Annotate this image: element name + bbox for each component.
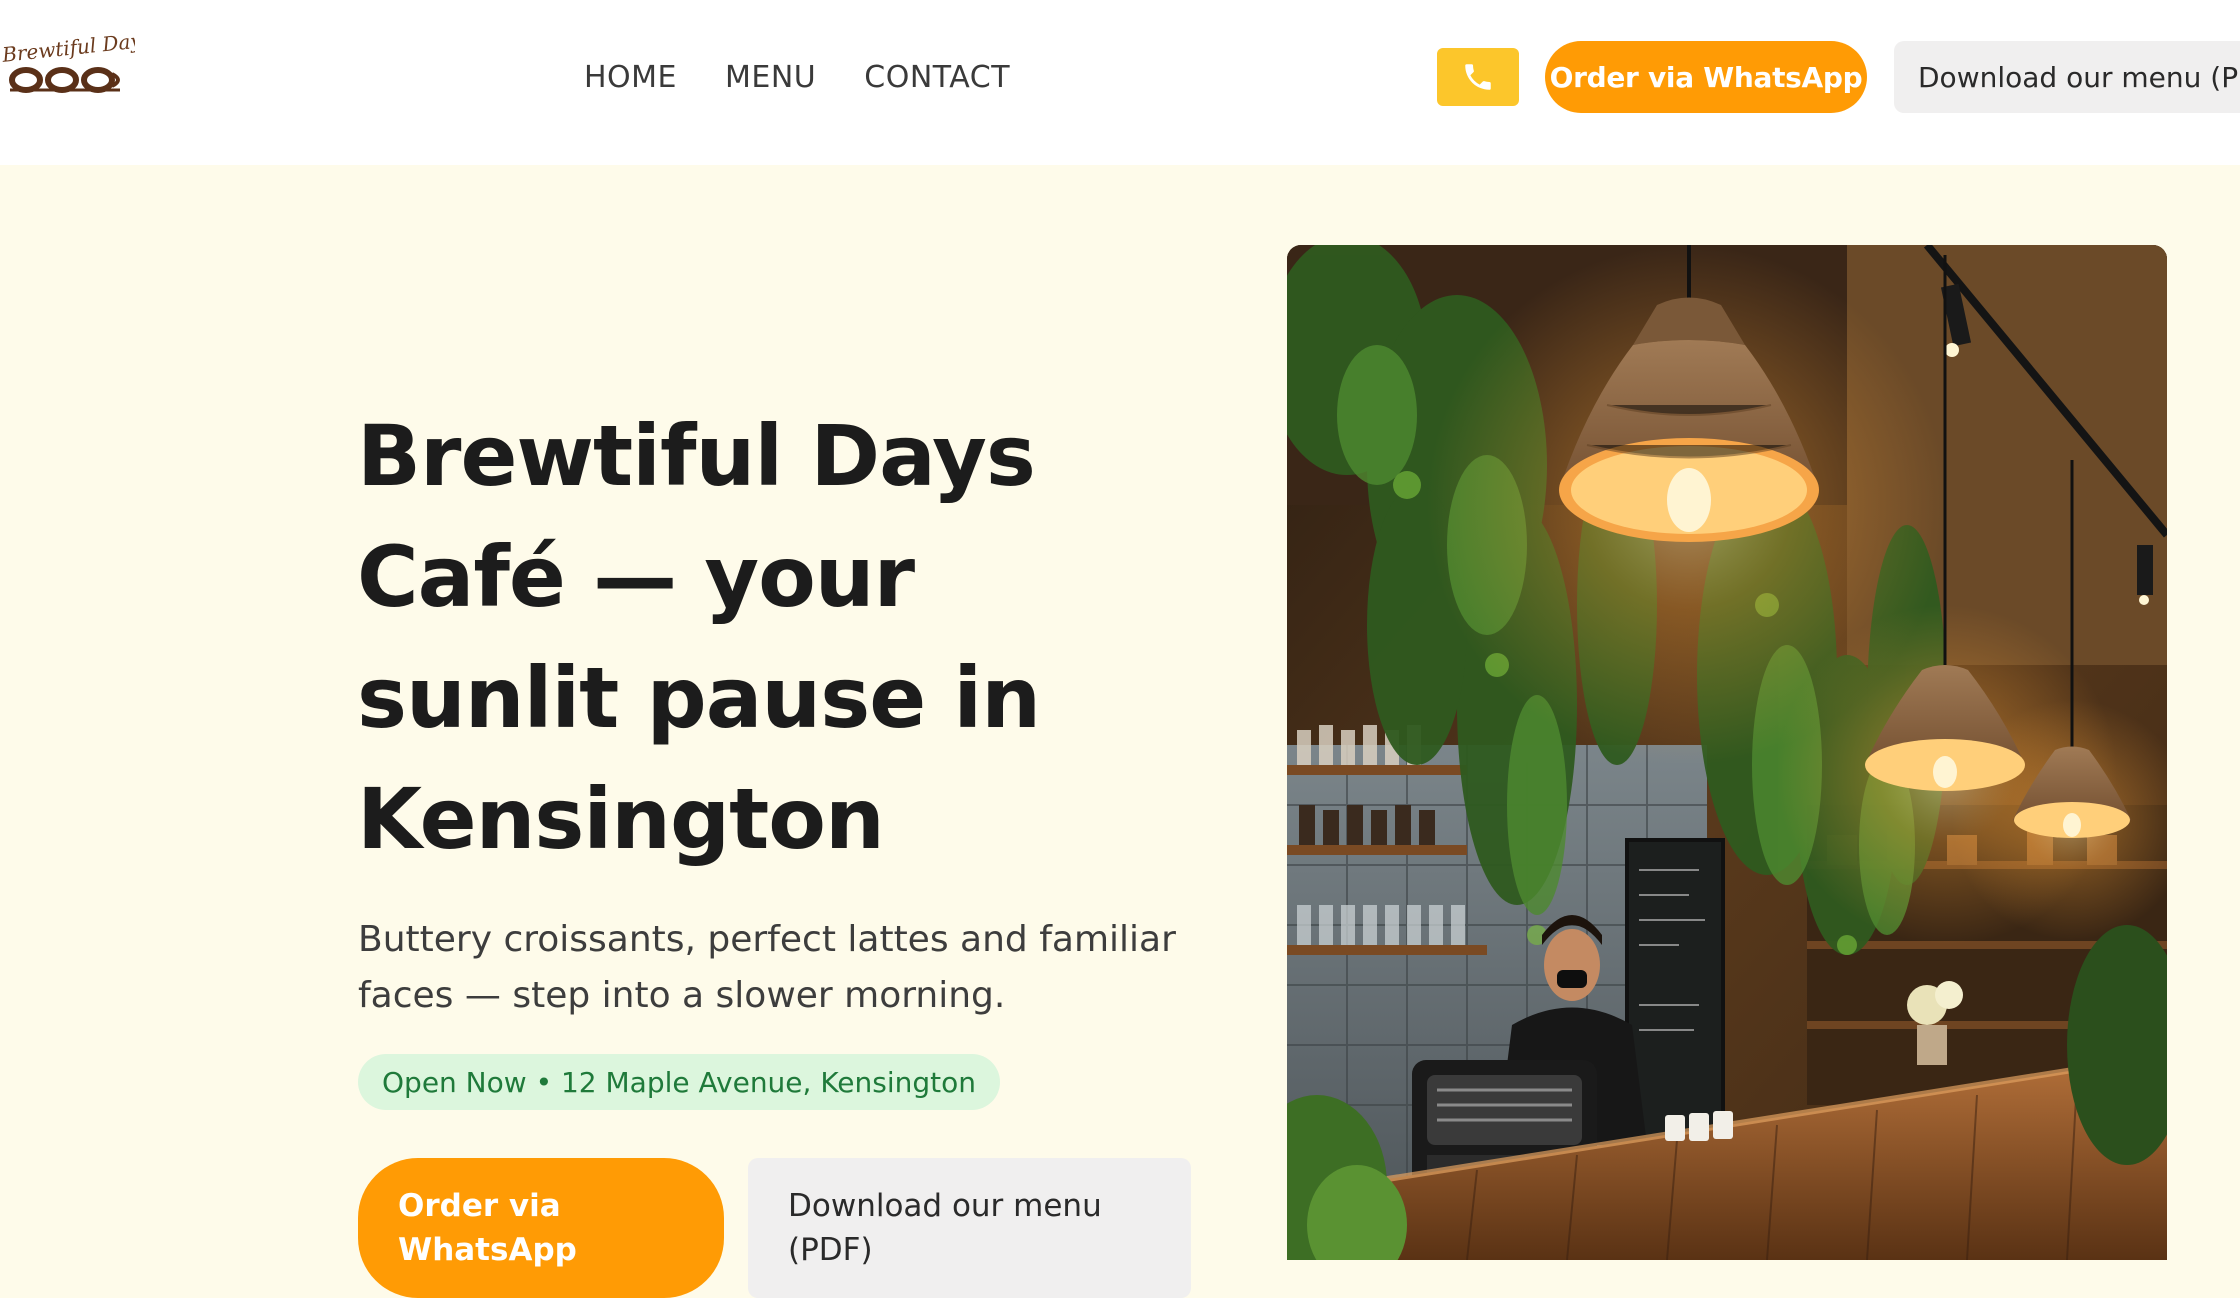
logo-script: Brewtiful Days: [0, 30, 135, 67]
cafe-interior-image: [1287, 245, 2167, 1260]
hero-subtitle: Buttery croissants, perfect lattes and f…: [358, 919, 1176, 1016]
open-status-badge: Open Now • 12 Maple Avenue, Kensington: [358, 1054, 1001, 1110]
call-button[interactable]: [1437, 48, 1519, 106]
hero-title: Brewtiful Days Café — your sunlit pause …: [357, 407, 1041, 868]
nav-home[interactable]: HOME: [584, 56, 677, 100]
phone-icon: [1465, 64, 1491, 90]
order-whatsapp-button[interactable]: Order via WhatsApp: [1545, 41, 1867, 113]
hero-order-whatsapp-button[interactable]: Order via WhatsApp: [358, 1158, 724, 1298]
brand-logo[interactable]: Brewtiful Days: [0, 27, 153, 100]
site-header: Brewtiful Days HOME MENU CONTACT Order v…: [0, 0, 2240, 165]
nav-contact[interactable]: CONTACT: [864, 56, 1010, 100]
nav-menu[interactable]: MENU: [725, 56, 816, 100]
hero-download-menu-button[interactable]: Download our menu (PDF): [748, 1158, 1191, 1298]
main-nav: HOME MENU CONTACT: [584, 56, 1010, 100]
download-menu-button[interactable]: Download our menu (PDF: [1894, 41, 2240, 113]
